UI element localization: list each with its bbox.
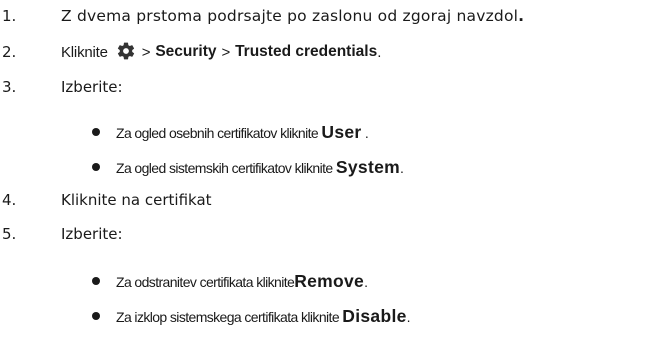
breadcrumb-separator: >: [221, 43, 231, 61]
bullet-item: Za odstranitev certifikata klikniteRemov…: [0, 269, 655, 293]
step-number: 1.: [2, 7, 17, 25]
bullet-dot: [92, 128, 100, 136]
bullet-text: Za ogled osebnih certifikatov kliknite U…: [116, 121, 369, 142]
trusted-credentials-menu-item: Trusted credentials: [235, 43, 378, 60]
step-end: .: [377, 43, 382, 61]
step-text: Z dvema prstoma podrsajte po zaslonu od …: [61, 7, 525, 25]
remove-option: Remove: [294, 270, 365, 291]
step-number: 5.: [2, 225, 17, 243]
bullet-dot: [92, 277, 100, 285]
step-prefix: Kliknite: [61, 43, 108, 61]
disable-option: Disable: [342, 305, 407, 326]
bullet-item: Za izklop sistemskega certifikata klikni…: [0, 304, 655, 328]
step-1: 1. Z dvema prstoma podrsajte po zaslonu …: [0, 4, 655, 28]
step-text: Izberite:: [61, 225, 123, 243]
step-5: 5. Izberite:: [0, 222, 655, 246]
bullet-text: Za ogled sistemskih certifikatov kliknit…: [116, 156, 404, 177]
bullet-item: Za ogled sistemskih certifikatov kliknit…: [0, 155, 655, 179]
system-option: System: [335, 156, 400, 177]
step-text: Izberite:: [61, 78, 123, 96]
bullet-dot: [92, 312, 100, 320]
step-3: 3. Izberite:: [0, 75, 655, 99]
user-option: User: [321, 121, 362, 142]
step-2: 2. Kliknite > Security > Trusted credent…: [0, 40, 655, 64]
step-text: Kliknite > Security > Trusted credential…: [61, 42, 381, 62]
step-number: 3.: [2, 78, 17, 96]
step-4: 4. Kliknite na certifikat: [0, 188, 655, 212]
bullet-text: Za izklop sistemskega certifikata klikni…: [116, 305, 411, 326]
bullet-item: Za ogled osebnih certifikatov kliknite U…: [0, 120, 655, 144]
step-number: 4.: [2, 191, 17, 209]
gear-icon: [116, 41, 136, 61]
security-menu-item: Security: [155, 43, 217, 60]
bullet-text: Za odstranitev certifikata klikniteRemov…: [116, 270, 368, 291]
bullet-dot: [92, 163, 100, 171]
step-text: Kliknite na certifikat: [61, 191, 212, 209]
step-number: 2.: [2, 43, 17, 61]
breadcrumb-separator: >: [141, 43, 151, 61]
